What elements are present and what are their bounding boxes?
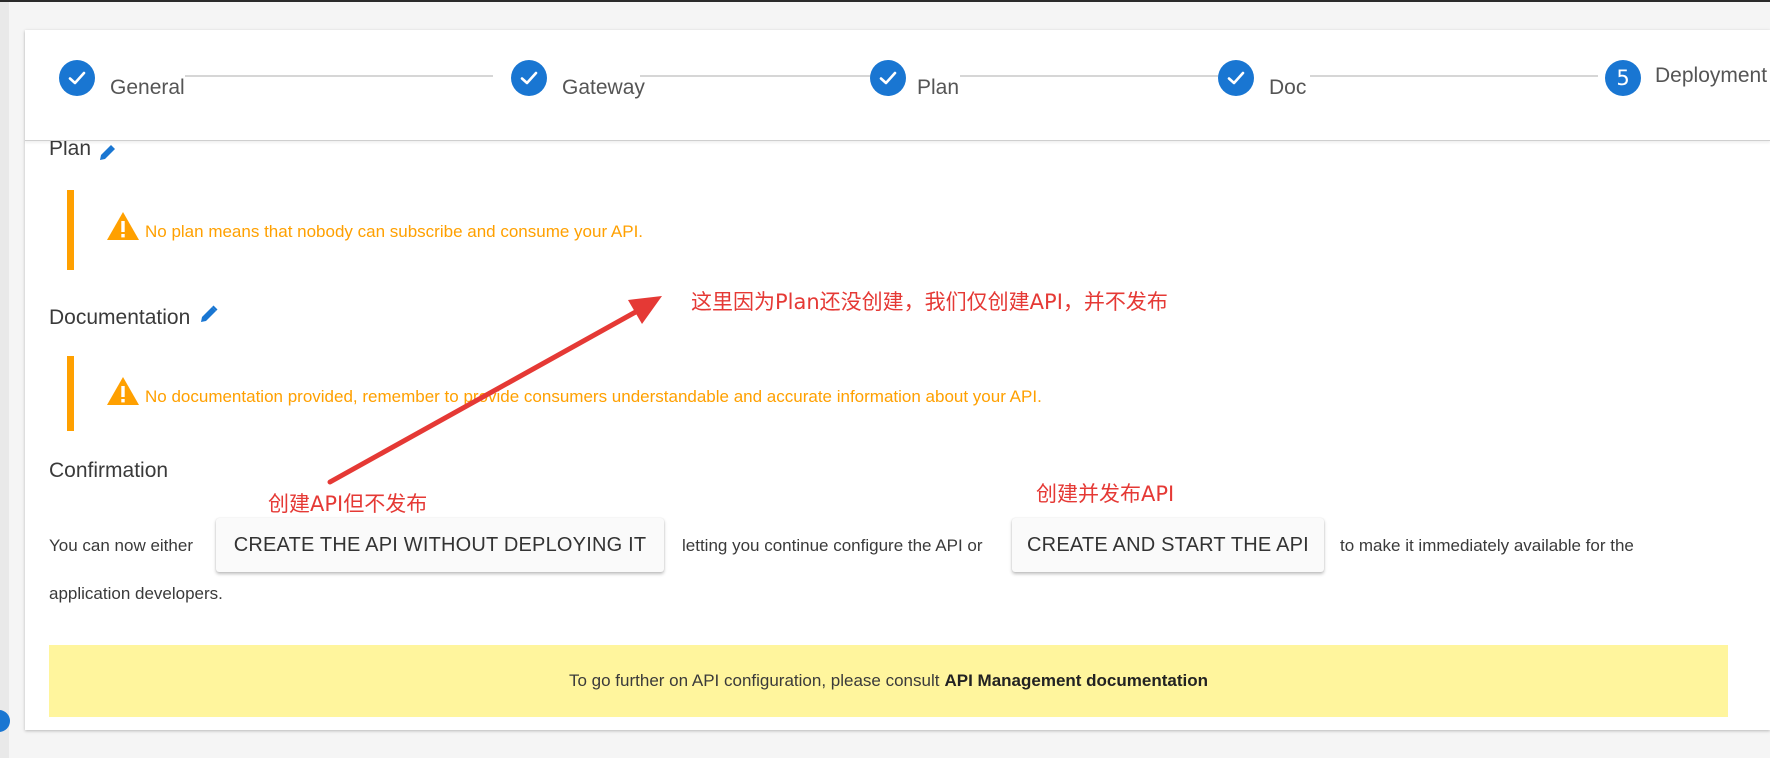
stepper: General Gateway Plan Doc 5 Deployment (25, 30, 1770, 141)
annotation-left-note: 创建API但不发布 (268, 492, 428, 516)
step-general-check-icon[interactable] (59, 60, 95, 96)
warning-icon (107, 377, 139, 405)
step-connector (640, 75, 878, 77)
window-top-border (0, 0, 1770, 2)
banner-text: To go further on API configuration, plea… (569, 671, 940, 690)
create-without-deploying-button[interactable]: CREATE THE API WITHOUT DEPLOYING IT (216, 518, 664, 572)
confirmation-text-before: You can now either (49, 536, 193, 555)
step-deployment-label[interactable]: Deployment (1655, 64, 1767, 88)
api-management-docs-link[interactable]: API Management documentation (944, 671, 1208, 691)
step-connector (185, 75, 493, 77)
documentation-info-banner: To go further on API configuration, plea… (49, 645, 1728, 717)
plan-warning-text: No plan means that nobody can subscribe … (145, 222, 644, 241)
create-and-start-button[interactable]: CREATE AND START THE API (1012, 518, 1324, 572)
confirmation-text-middle: letting you continue configure the API o… (682, 536, 983, 555)
documentation-warning-text: No documentation provided, remember to p… (145, 387, 1042, 406)
warning-icon (107, 212, 139, 240)
step-plan-check-icon[interactable] (870, 60, 906, 96)
step-doc-check-icon[interactable] (1218, 60, 1254, 96)
confirmation-text-line2: application developers. (49, 584, 223, 603)
plan-edit-pencil-icon[interactable] (98, 142, 118, 162)
plan-warning-bar (67, 190, 74, 270)
step-connector (960, 75, 1228, 77)
step-gateway-label[interactable]: Gateway (562, 76, 645, 100)
step-gateway-check-icon[interactable] (511, 60, 547, 96)
annotation-right-note: 创建并发布API (1036, 482, 1175, 506)
documentation-section-title: Documentation (49, 306, 191, 329)
confirmation-section-title: Confirmation (49, 459, 169, 482)
step-connector (1310, 75, 1598, 77)
documentation-edit-pencil-icon[interactable] (199, 304, 219, 324)
annotation-top-note: 这里因为Plan还没创建，我们仅创建API，并不发布 (691, 290, 1168, 314)
step-general-label[interactable]: General (110, 76, 185, 100)
step-deployment-number[interactable]: 5 (1605, 60, 1641, 96)
left-edge (0, 2, 9, 758)
confirmation-text-after: to make it immediately available for the (1340, 536, 1634, 555)
step-doc-label[interactable]: Doc (1269, 76, 1306, 100)
documentation-warning-bar (67, 356, 74, 431)
step-plan-label[interactable]: Plan (917, 76, 959, 100)
